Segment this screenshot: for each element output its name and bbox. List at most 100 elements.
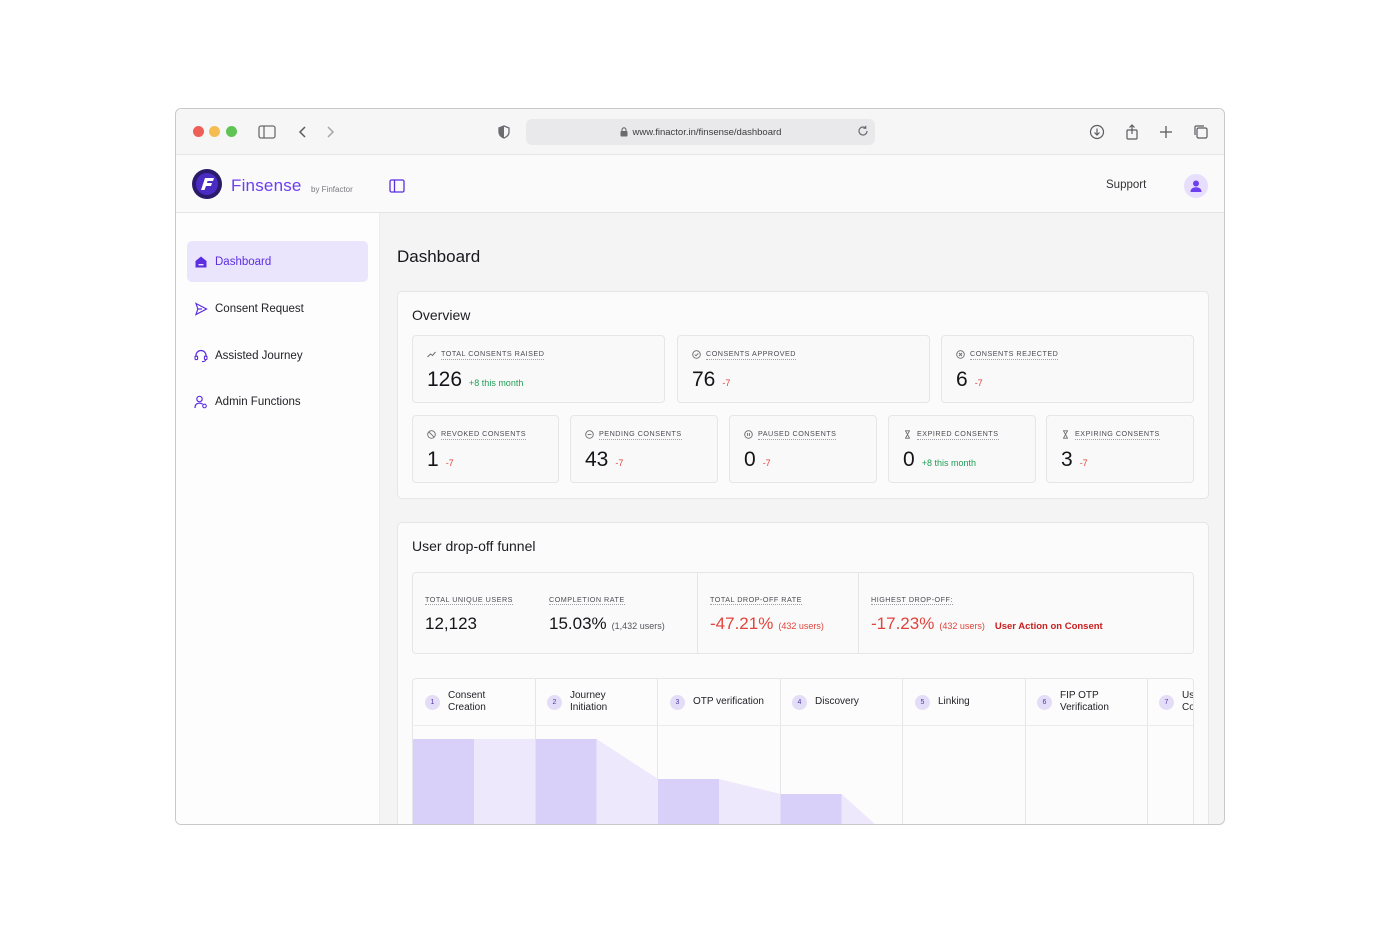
stage-label: Journey Initiation: [570, 690, 608, 713]
funnel-title: User drop-off funnel: [412, 538, 536, 554]
stat-total-consents-raised[interactable]: TOTAL CONSENTS RAISED 126 +8 this month: [412, 335, 665, 403]
sidebar-item-consent-request[interactable]: Consent Request: [187, 288, 368, 329]
reload-icon[interactable]: [857, 125, 869, 140]
summary-label: TOTAL UNIQUE USERS: [425, 595, 513, 605]
funnel-bar[interactable]: [658, 779, 719, 825]
stat-label: PENDING CONSENTS: [599, 429, 682, 440]
sidebar-toggle-icon[interactable]: [256, 121, 278, 143]
stage-label: Consent Creation: [448, 690, 486, 713]
funnel-chart: [413, 739, 875, 825]
stage-user-action-on-consent[interactable]: 7 Us Co: [1147, 679, 1193, 725]
clock-icon: [585, 430, 594, 439]
stat-value: 43: [585, 448, 609, 471]
funnel-flow: [474, 739, 536, 824]
ban-icon: [427, 430, 436, 439]
x-circle-icon: [956, 350, 965, 359]
stage-consent-creation[interactable]: 1 Consent Creation: [413, 679, 536, 725]
download-icon[interactable]: [1086, 121, 1108, 143]
completion-rate: COMPLETION RATE 15.03% (1,432 users): [537, 573, 695, 653]
stat-delta: -7: [762, 458, 771, 468]
funnel-bar[interactable]: [535, 739, 597, 825]
headset-icon: [194, 349, 208, 363]
stat-expiring-consents[interactable]: EXPIRING CONSENTS 3 -7: [1046, 415, 1194, 483]
sidebar-item-dashboard[interactable]: Dashboard: [187, 241, 368, 282]
stat-label: EXPIRED CONSENTS: [917, 429, 999, 440]
stage-number: 4: [792, 694, 807, 710]
funnel-summary: TOTAL UNIQUE USERS 12,123 COMPLETION RAT…: [412, 572, 1194, 654]
send-icon: [194, 301, 208, 316]
pause-circle-icon: [744, 430, 753, 439]
sidebar-item-admin-functions[interactable]: Admin Functions: [187, 381, 368, 422]
highest-drop-off-stage[interactable]: User Action on Consent: [995, 621, 1103, 632]
summary-label: TOTAL DROP-OFF RATE: [710, 595, 802, 605]
user-avatar-icon[interactable]: [1184, 174, 1208, 198]
stage-number: 2: [547, 694, 562, 710]
funnel-bar[interactable]: [780, 794, 842, 825]
stat-delta: +8 this month: [921, 458, 976, 468]
brand-subtitle: by Finfactor: [311, 185, 353, 194]
share-icon[interactable]: [1121, 121, 1143, 143]
stage-otp-verification[interactable]: 3 OTP verification: [658, 679, 781, 725]
browser-window: www.finactor.in/finsense/dashboard Finse…: [175, 108, 1225, 825]
stat-value: 6: [956, 368, 968, 391]
sidebar-item-label: Consent Request: [215, 302, 304, 315]
maximize-window-button[interactable]: [226, 126, 237, 137]
brand-name: Finsense: [231, 176, 302, 195]
summary-value: -47.21%: [710, 614, 774, 633]
stat-label: TOTAL CONSENTS RAISED: [441, 349, 545, 360]
stat-label: CONSENTS REJECTED: [970, 349, 1059, 360]
sidebar: Dashboard Consent Request Assisted Journ…: [176, 213, 380, 824]
stage-label: FIP OTP Verification: [1060, 690, 1109, 713]
stat-paused-consents[interactable]: PAUSED CONSENTS 0 -7: [729, 415, 877, 483]
finsense-logo-icon[interactable]: [192, 169, 222, 199]
stat-label: CONSENTS APPROVED: [706, 349, 796, 360]
summary-sub: (432 users): [778, 621, 824, 631]
funnel-flow: [841, 794, 875, 824]
privacy-shield-icon[interactable]: [493, 121, 515, 143]
new-tab-icon[interactable]: [1155, 121, 1177, 143]
sidebar-item-label: Dashboard: [215, 255, 272, 268]
check-circle-icon: [692, 350, 701, 359]
support-link[interactable]: Support: [1106, 179, 1146, 191]
stat-delta: +8 this month: [469, 378, 524, 388]
funnel-flow: [719, 779, 781, 824]
home-icon: [194, 255, 208, 269]
stat-revoked-consents[interactable]: REVOKED CONSENTS 1 -7: [412, 415, 559, 483]
stat-label: REVOKED CONSENTS: [441, 429, 527, 440]
collapse-sidebar-icon[interactable]: [389, 179, 405, 198]
funnel-stages: 1 Consent Creation 2 Journey Initiation …: [412, 678, 1194, 825]
stage-number: 6: [1037, 694, 1052, 710]
funnel-card: User drop-off funnel TOTAL UNIQUE USERS …: [397, 522, 1209, 825]
stage-journey-initiation[interactable]: 2 Journey Initiation: [535, 679, 658, 725]
app-header: Finsense by Finfactor Support: [176, 155, 1224, 213]
stat-pending-consents[interactable]: PENDING CONSENTS 43 -7: [570, 415, 718, 483]
overview-card: Overview TOTAL CONSENTS RAISED 126 +8 thi…: [397, 291, 1209, 499]
stat-delta: -7: [615, 458, 624, 468]
back-icon[interactable]: [292, 121, 314, 143]
url-text: www.finactor.in/finsense/dashboard: [632, 126, 782, 138]
stat-consents-rejected[interactable]: CONSENTS REJECTED 6 -7: [941, 335, 1194, 403]
stage-fip-otp-verification[interactable]: 6 FIP OTP Verification: [1025, 679, 1148, 725]
summary-value: -17.23%: [871, 614, 935, 633]
summary-sub: (432 users): [939, 621, 985, 631]
stat-expired-consents[interactable]: EXPIRED CONSENTS 0 +8 this month: [888, 415, 1036, 483]
stat-label: EXPIRING CONSENTS: [1075, 429, 1160, 440]
stat-value: 1: [427, 448, 439, 471]
close-window-button[interactable]: [193, 126, 204, 137]
stat-delta: -7: [445, 458, 454, 468]
minimize-window-button[interactable]: [209, 126, 220, 137]
tab-overview-icon[interactable]: [1190, 121, 1212, 143]
highest-drop-off: HIGHEST DROP-OFF: -17.23% (432 users) User…: [858, 573, 1194, 653]
sidebar-item-assisted-journey[interactable]: Assisted Journey: [187, 335, 368, 376]
forward-icon[interactable]: [319, 121, 341, 143]
address-bar[interactable]: www.finactor.in/finsense/dashboard: [526, 119, 875, 145]
stage-linking[interactable]: 5 Linking: [903, 679, 1026, 725]
stage-number: 1: [425, 694, 440, 710]
browser-toolbar: www.finactor.in/finsense/dashboard: [176, 109, 1224, 155]
stage-discovery[interactable]: 4 Discovery: [780, 679, 903, 725]
stat-consents-approved[interactable]: CONSENTS APPROVED 76 -7: [677, 335, 930, 403]
summary-value: 15.03%: [549, 614, 607, 633]
funnel-bar[interactable]: [413, 739, 474, 825]
stat-label: PAUSED CONSENTS: [758, 429, 837, 440]
summary-label: HIGHEST DROP-OFF:: [871, 595, 953, 605]
